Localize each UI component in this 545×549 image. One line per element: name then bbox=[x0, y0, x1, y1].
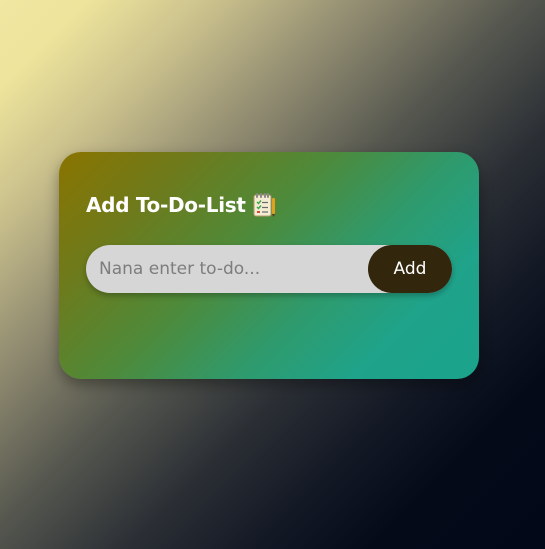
notepad-checklist-icon bbox=[252, 192, 276, 218]
card-header: Add To-Do-List bbox=[86, 192, 276, 218]
todo-input[interactable] bbox=[86, 245, 366, 293]
todo-input-row: Add bbox=[86, 245, 452, 293]
card-title: Add To-Do-List bbox=[86, 193, 246, 217]
todo-card: Add To-Do-List Add bbox=[59, 152, 479, 379]
add-button[interactable]: Add bbox=[368, 245, 452, 293]
